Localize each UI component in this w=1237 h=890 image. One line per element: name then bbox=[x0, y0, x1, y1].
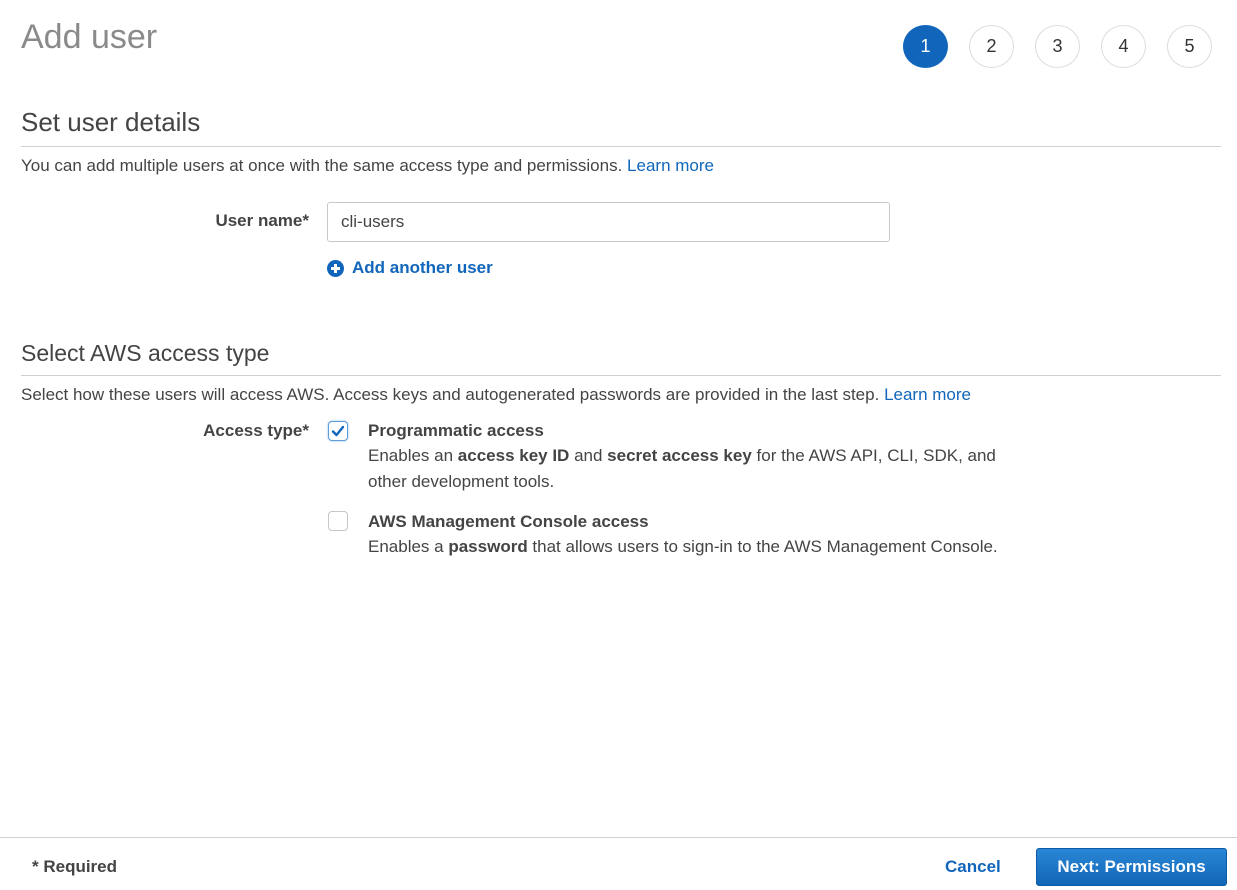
desc-text: Enables an bbox=[368, 446, 458, 465]
access-type-label: Access type* bbox=[203, 421, 309, 440]
learn-more-link[interactable]: Learn more bbox=[627, 156, 714, 175]
add-another-user-label: Add another user bbox=[352, 258, 493, 277]
desc-text: Enables a bbox=[368, 537, 449, 556]
user-details-description: You can add multiple users at once with … bbox=[21, 156, 714, 176]
console-access-title: AWS Management Console access bbox=[368, 512, 649, 531]
divider bbox=[21, 146, 1221, 147]
console-access-description: Enables a password that allows users to … bbox=[368, 534, 1028, 560]
step-2[interactable]: 2 bbox=[969, 25, 1014, 68]
wizard-steps: 1 2 3 4 5 bbox=[903, 25, 1212, 68]
desc-bold: password bbox=[448, 537, 528, 556]
step-1: 1 bbox=[903, 25, 948, 68]
divider bbox=[21, 375, 1221, 376]
checkmark-icon bbox=[331, 425, 345, 437]
desc-text: that allows users to sign-in to the AWS … bbox=[527, 537, 998, 556]
desc-bold: access key ID bbox=[457, 446, 570, 465]
access-type-description-text: Select how these users will access AWS. … bbox=[21, 385, 880, 404]
access-type-description: Select how these users will access AWS. … bbox=[21, 385, 971, 405]
step-5[interactable]: 5 bbox=[1167, 25, 1212, 68]
desc-text: and bbox=[569, 446, 608, 465]
programmatic-access-title: Programmatic access bbox=[368, 421, 544, 440]
required-note: * Required bbox=[32, 857, 118, 876]
next-permissions-button[interactable]: Next: Permissions bbox=[1036, 848, 1227, 886]
user-name-input[interactable] bbox=[327, 202, 890, 242]
desc-bold: secret access key bbox=[607, 446, 752, 465]
access-type-heading: Select AWS access type bbox=[21, 340, 270, 366]
console-access-checkbox[interactable] bbox=[328, 511, 348, 531]
step-4[interactable]: 4 bbox=[1101, 25, 1146, 68]
footer-divider bbox=[0, 837, 1237, 838]
page-title: Add user bbox=[21, 18, 158, 56]
programmatic-access-checkbox[interactable] bbox=[328, 421, 348, 441]
plus-circle-icon bbox=[327, 259, 344, 277]
programmatic-access-description: Enables an access key ID and secret acce… bbox=[368, 443, 1028, 495]
user-details-description-text: You can add multiple users at once with … bbox=[21, 156, 623, 175]
user-name-label: User name* bbox=[215, 211, 309, 230]
user-details-heading: Set user details bbox=[21, 107, 201, 137]
learn-more-link[interactable]: Learn more bbox=[884, 385, 971, 404]
cancel-button[interactable]: Cancel bbox=[945, 857, 1001, 877]
step-3[interactable]: 3 bbox=[1035, 25, 1080, 68]
add-another-user-link[interactable]: Add another user bbox=[327, 258, 493, 278]
